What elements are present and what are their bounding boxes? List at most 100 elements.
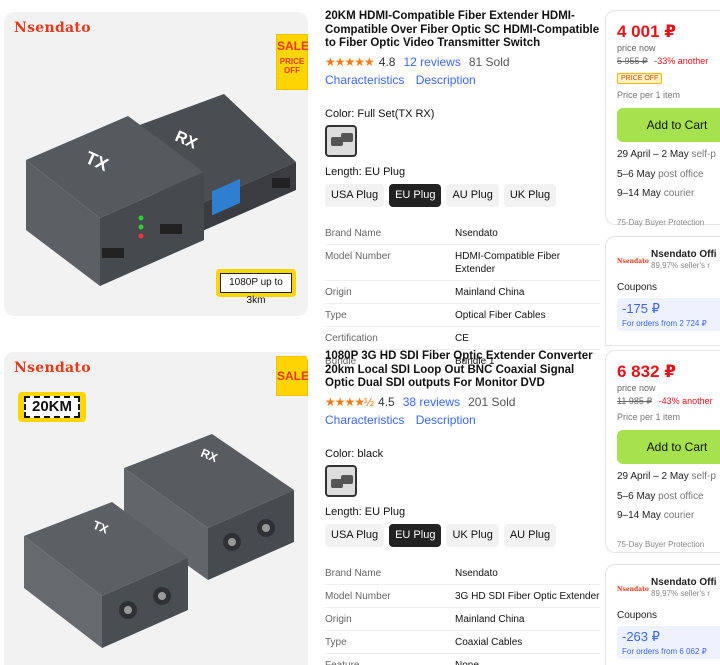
spec-key: Feature — [325, 659, 360, 665]
rating-value: 4.8 — [378, 54, 396, 69]
product-links: Characteristics Description — [325, 413, 600, 429]
plug-option-eu[interactable]: EU Plug — [389, 183, 442, 207]
sold-count: 81 Sold — [468, 54, 510, 69]
spec-value: HDMI-Compatible Fiber Extender — [455, 250, 561, 275]
spec-row: Origin Mainland China — [325, 606, 600, 630]
sdi-extender-photo: RX TX — [24, 434, 294, 648]
spec-key: Model Number — [325, 250, 391, 262]
plug-option-au[interactable]: AU Plug — [503, 523, 557, 547]
coupon-condition: For orders from 6 062 ₽ — [622, 647, 707, 656]
delivery-method: courier — [663, 510, 695, 521]
rating-value: 4.5 — [378, 394, 395, 409]
spec-value: Nsendato — [455, 227, 498, 239]
characteristics-link[interactable]: Characteristics — [325, 413, 404, 427]
sold-count: 201 Sold — [468, 394, 516, 409]
plug-option-uk[interactable]: UK Plug — [503, 183, 557, 207]
spec-row: Origin Mainland China — [325, 279, 600, 303]
seller-logo: Nsendato — [617, 258, 649, 265]
add-to-cart-button[interactable]: Add to Cart — [617, 108, 720, 142]
price-per-item: Price per 1 item — [617, 90, 681, 100]
coupon[interactable]: -263 ₽ For orders from 6 062 ₽ — [617, 626, 720, 659]
delivery-date: 9–14 May — [617, 510, 661, 521]
resolution-badge-text: 1080P up to 3km — [220, 273, 292, 306]
spec-value: Mainland China — [455, 613, 525, 625]
delivery-date: 29 April – 2 May — [617, 471, 689, 482]
delivery-options: 29 April – 2 May self-p 5–6 May post off… — [617, 470, 720, 524]
spec-key: Model Number — [325, 590, 391, 602]
reviews-link[interactable]: 12 reviews — [403, 55, 460, 69]
spec-key: Origin — [325, 286, 352, 298]
rating-stars-icon: ★★★★½ — [325, 394, 374, 409]
seller-box: Nsendato Nsendato Offi 89,97% seller's r… — [605, 236, 720, 346]
spec-key: Type — [325, 636, 347, 648]
product-card: Nsendato SALE 20KM RX TX 1080P 3G HD SDI… — [0, 342, 720, 665]
spec-key: Origin — [325, 613, 352, 625]
reviews-link[interactable]: 38 reviews — [403, 395, 460, 409]
price-now-label: price now — [617, 43, 656, 53]
delivery-method: courier — [663, 188, 695, 199]
product-title[interactable]: 1080P 3G HD SDI Fiber Optic Extender Con… — [325, 350, 600, 391]
product-image[interactable]: Nsendato SALE PRICE OFF RX TX 1080P up t — [4, 12, 308, 316]
seller-name[interactable]: Nsendato Offi — [651, 577, 717, 588]
plug-option-eu[interactable]: EU Plug — [389, 523, 442, 547]
spec-row: Type Coaxial Cables — [325, 629, 600, 653]
plug-option-uk[interactable]: UK Plug — [446, 523, 499, 547]
plug-option-au[interactable]: AU Plug — [446, 183, 499, 207]
seller-rating: 89,97% seller's r — [651, 589, 710, 598]
spec-row: Brand Name Nsendato — [325, 562, 600, 584]
delivery-date: 29 April – 2 May — [617, 149, 689, 160]
delivery-options: 29 April – 2 May self-p 5–6 May post off… — [617, 148, 720, 202]
spec-key: Type — [325, 309, 347, 321]
product-info: 1080P 3G HD SDI Fiber Optic Extender Con… — [325, 350, 600, 665]
plug-option-usa[interactable]: USA Plug — [325, 523, 385, 547]
buyer-protection: 75-Day Buyer Protection — [617, 217, 705, 227]
length-label: Length: EU Plug — [325, 505, 406, 518]
delivery-date: 5–6 May — [617, 490, 656, 502]
old-price: 11 985 ₽ — [617, 396, 653, 406]
spec-row: Type Optical Fiber Cables — [325, 302, 600, 326]
seller-header[interactable]: Nsendato Nsendato Offi 89,97% seller's r — [617, 577, 720, 598]
delivery-method: self-p — [691, 149, 716, 160]
plug-option-usa[interactable]: USA Plug — [325, 183, 385, 207]
description-link[interactable]: Description — [416, 413, 476, 427]
description-link[interactable]: Description — [416, 73, 476, 87]
delivery-option: 9–14 May courier — [617, 187, 720, 202]
delivery-method: self-p — [691, 471, 716, 482]
color-option-thumbnail[interactable] — [325, 464, 357, 497]
price-now-label: price now — [617, 383, 656, 393]
color-option-thumbnail[interactable] — [325, 124, 357, 157]
spec-value: Optical Fiber Cables — [455, 309, 546, 321]
coupon[interactable]: -175 ₽ For orders from 2 724 ₽ — [617, 298, 720, 331]
spec-key: Brand Name — [325, 567, 382, 579]
spec-row: Feature None — [325, 652, 600, 665]
rating-stars-icon: ★★★★★ — [325, 54, 375, 69]
seller-name[interactable]: Nsendato Offi — [651, 249, 717, 260]
current-price: 4 001 ₽ — [617, 22, 677, 41]
add-to-cart-button[interactable]: Add to Cart — [617, 430, 720, 464]
delivery-option: 29 April – 2 May self-p — [617, 148, 720, 163]
product-image[interactable]: Nsendato SALE 20KM RX TX — [4, 352, 308, 665]
color-label: Color: black — [325, 447, 384, 460]
delivery-option: 5–6 May post office — [617, 168, 720, 183]
seller-rating: 89,97% seller's r — [651, 261, 710, 270]
product-title[interactable]: 20KM HDMI-Compatible Fiber Extender HDMI… — [325, 10, 600, 51]
buy-box: 4 001 ₽ price now 5 955 ₽ -33% another P… — [605, 10, 720, 227]
seller-box: Nsendato Nsendato Offi 89,97% seller's r… — [605, 564, 720, 665]
price-off-badge: PRICE OFF — [617, 73, 663, 84]
plug-options: USA Plug EU Plug UK Plug AU Plug — [325, 523, 600, 547]
price-per-item: Price per 1 item — [617, 412, 681, 422]
current-price: 6 832 ₽ — [617, 362, 677, 381]
color-label: Color: Full Set(TX RX) — [325, 107, 435, 120]
product-card: Nsendato SALE PRICE OFF RX TX 1080P up t — [0, 0, 720, 367]
spec-value: Nsendato — [455, 567, 498, 579]
buy-box: 6 832 ₽ price now 11 985 ₽ -43% another … — [605, 350, 720, 553]
seller-header[interactable]: Nsendato Nsendato Offi 89,97% seller's r — [617, 249, 720, 270]
characteristics-link[interactable]: Characteristics — [325, 73, 404, 87]
spec-row: Brand Name Nsendato — [325, 222, 600, 244]
rating-row: ★★★★½ 4.5 38 reviews 201 Sold — [325, 394, 600, 410]
spec-value: Mainland China — [455, 286, 525, 298]
spec-value: Coaxial Cables — [455, 636, 523, 648]
coupons-label: Coupons — [617, 282, 658, 293]
delivery-date: 5–6 May — [617, 168, 656, 180]
old-price-row: 11 985 ₽ -43% another — [617, 396, 720, 407]
